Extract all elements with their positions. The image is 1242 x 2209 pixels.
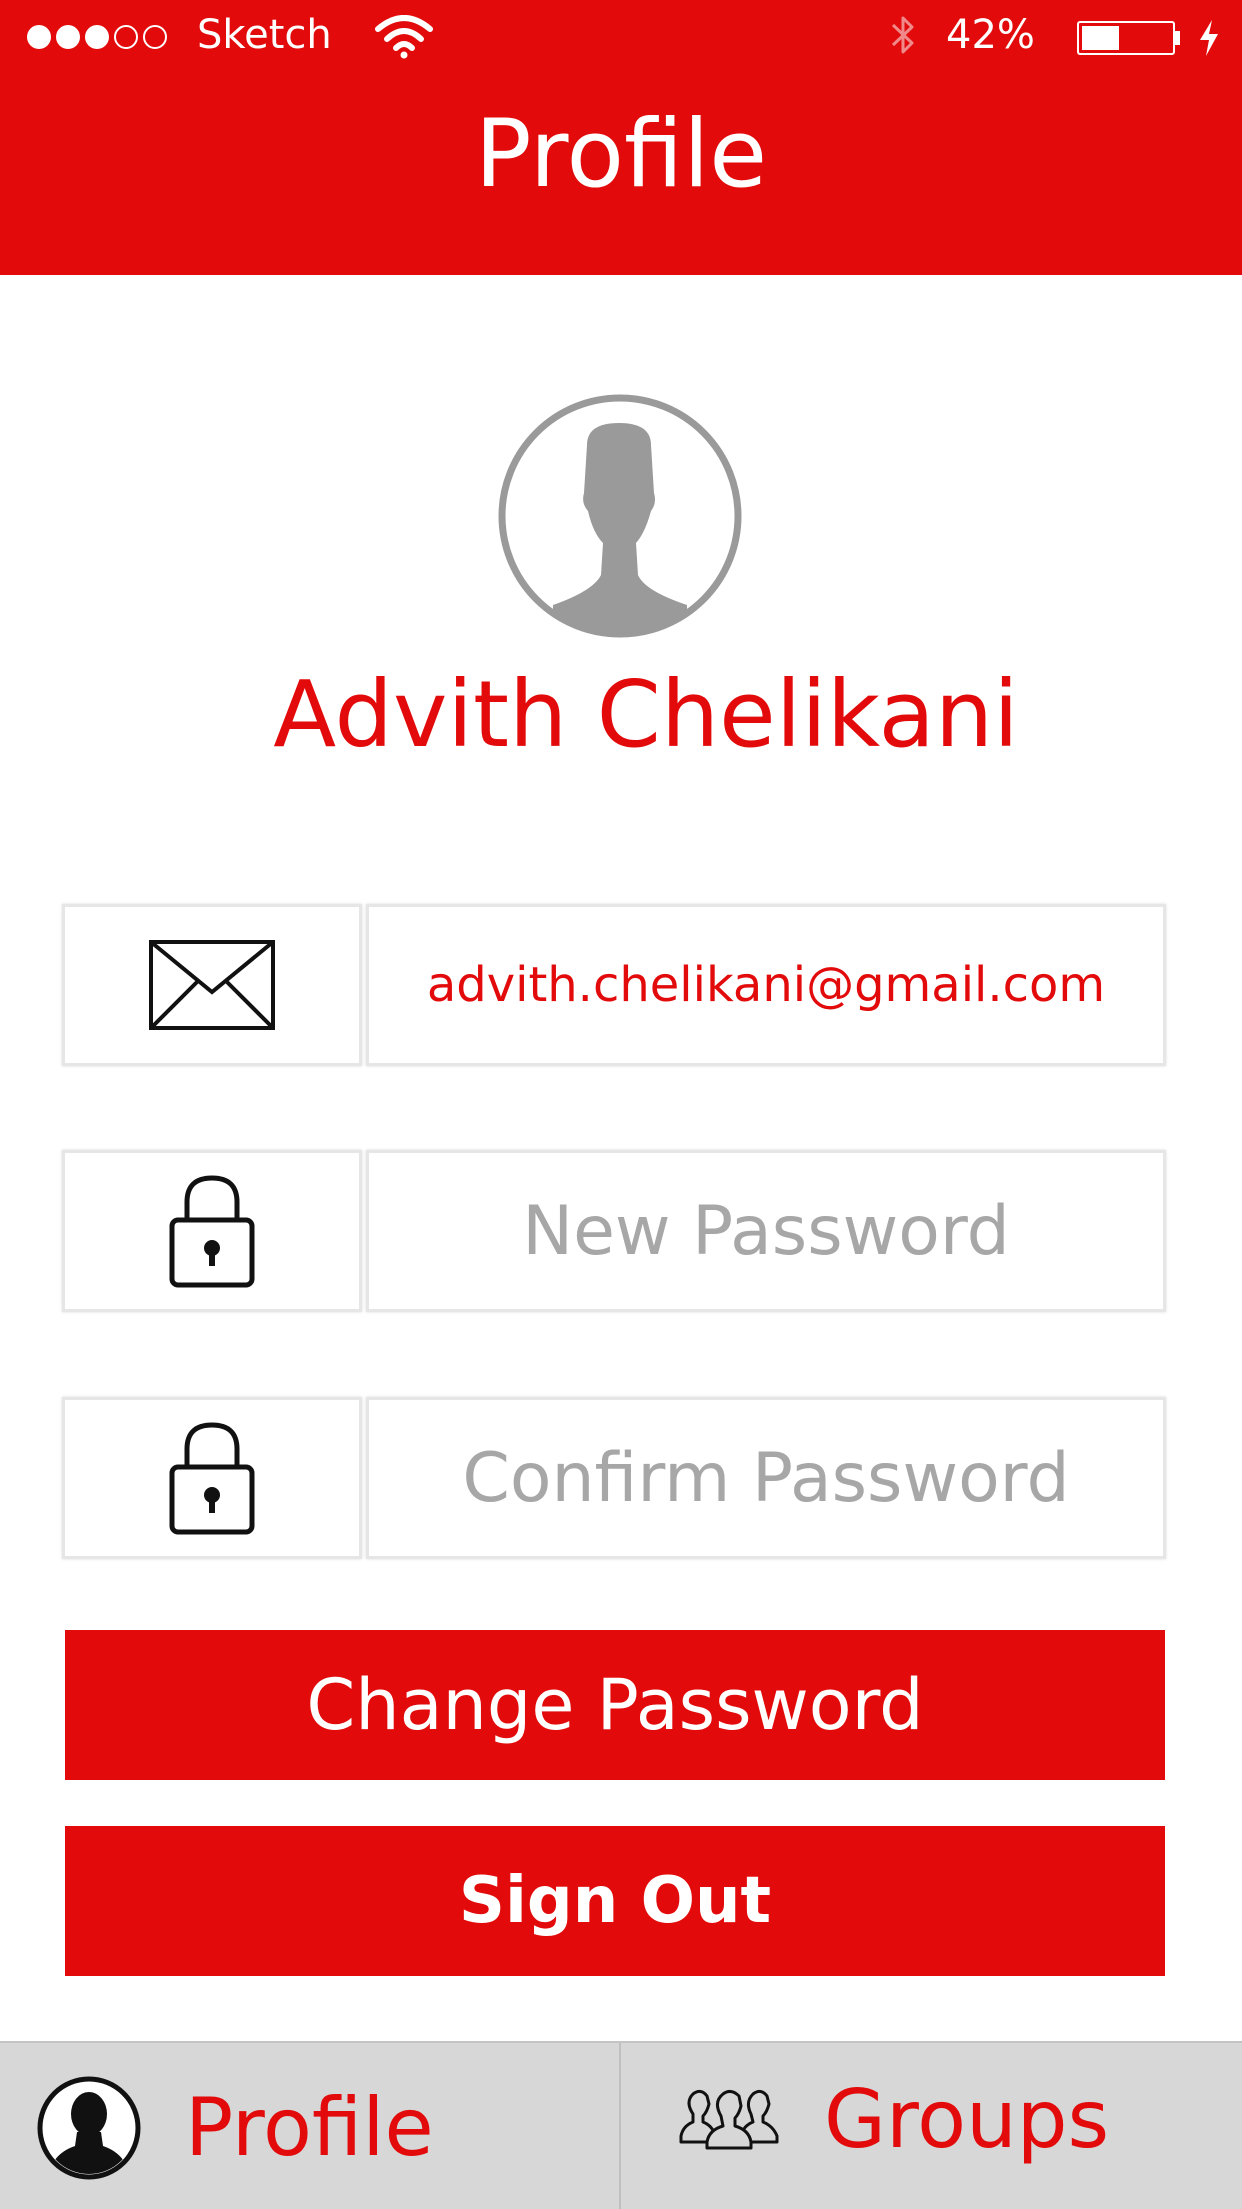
tab-profile-label: Profile (185, 2081, 434, 2174)
user-silhouette-icon[interactable] (497, 393, 743, 639)
lock-icon (169, 1175, 255, 1288)
signal-dot (143, 25, 167, 49)
confirm-password-input[interactable]: Confirm Password (366, 1397, 1166, 1559)
bluetooth-icon (891, 16, 914, 54)
email-value: advith.chelikani@gmail.com (426, 957, 1106, 1013)
nav-bar: Profile (0, 74, 1242, 275)
confirm-password-field: Confirm Password (62, 1397, 1166, 1559)
charging-bolt-icon (1200, 20, 1218, 56)
confirm-password-icon-box (62, 1397, 362, 1559)
group-icon (679, 2089, 779, 2150)
signal-dot (85, 25, 109, 49)
new-password-field: New Password (62, 1150, 1166, 1312)
wifi-icon (375, 15, 433, 59)
page-title: Profile (474, 100, 768, 209)
new-password-icon-box (62, 1150, 362, 1312)
sign-out-button[interactable]: Sign Out (65, 1826, 1165, 1976)
status-bar: Sketch 42% (0, 0, 1242, 74)
confirm-password-placeholder: Confirm Password (462, 1438, 1070, 1518)
signal-dot (27, 25, 51, 49)
person-icon (37, 2076, 141, 2180)
new-password-placeholder: New Password (522, 1191, 1010, 1271)
tab-groups-label: Groups (824, 2073, 1110, 2166)
tab-profile[interactable]: Profile (0, 2043, 619, 2209)
signal-strength-icon (27, 25, 167, 49)
tab-groups[interactable]: Groups (621, 2043, 1242, 2209)
battery-tip (1175, 31, 1180, 45)
new-password-input[interactable]: New Password (366, 1150, 1166, 1312)
lock-icon (169, 1422, 255, 1535)
battery-icon (1077, 21, 1175, 55)
battery-level (1082, 26, 1119, 50)
email-icon-box (62, 904, 362, 1066)
email-field: advith.chelikani@gmail.com (62, 904, 1166, 1066)
envelope-icon (149, 940, 275, 1030)
battery-percentage: 42% (946, 12, 1035, 58)
signal-dot (56, 25, 80, 49)
signal-dot (114, 25, 138, 49)
email-input[interactable]: advith.chelikani@gmail.com (366, 904, 1166, 1066)
change-password-button[interactable]: Change Password (65, 1630, 1165, 1780)
user-name: Advith Chelikani (273, 661, 1019, 768)
tab-bar: Profile Groups (0, 2041, 1242, 2209)
carrier-name: Sketch (197, 12, 332, 58)
